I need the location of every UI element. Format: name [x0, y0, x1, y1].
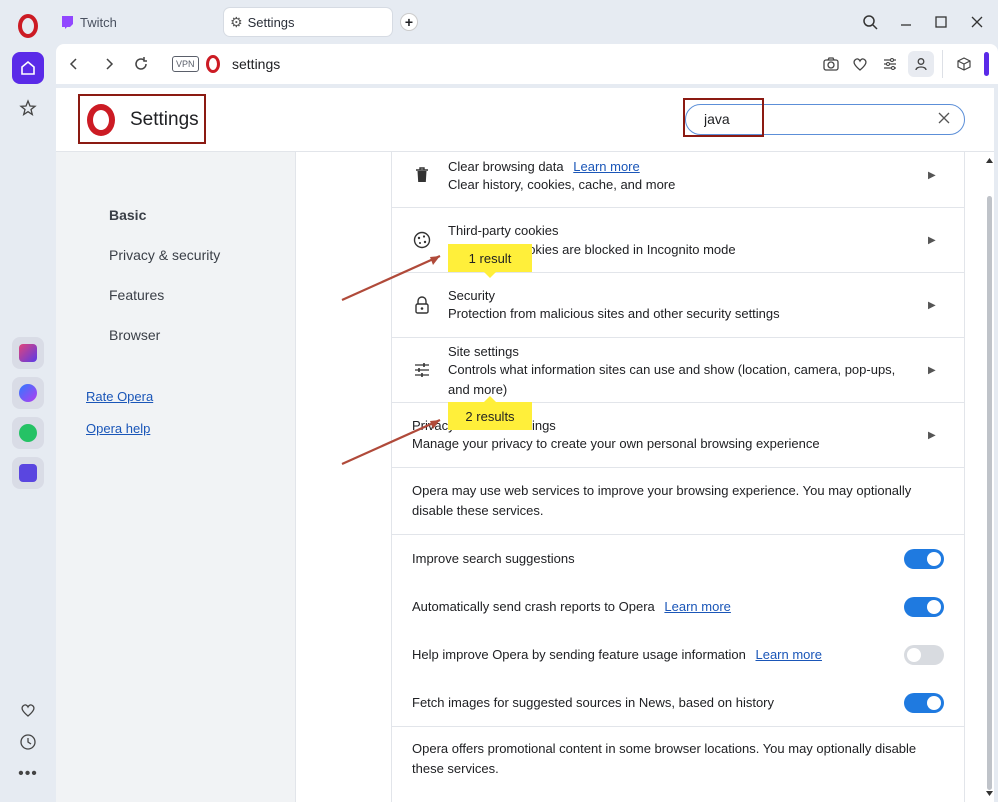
toggle-row: Improve search suggestions	[392, 535, 964, 583]
opera-menu-button[interactable]	[18, 14, 38, 38]
settings-header: Settings	[56, 88, 994, 152]
settings-sidebar: Basic Privacy & security Features Browse…	[56, 152, 296, 802]
opera-sidebar: •••	[0, 0, 52, 802]
twitch-icon	[62, 16, 73, 29]
forward-icon[interactable]	[99, 54, 119, 74]
row-subtitle: Controls what information sites can use …	[448, 362, 896, 397]
cookie-icon	[412, 230, 432, 250]
scrollbar[interactable]	[985, 152, 994, 802]
learn-more-link[interactable]: Learn more	[664, 599, 730, 614]
sidebar-item-privacy[interactable]: Privacy & security	[109, 247, 220, 263]
settings-page: Settings Basic Privacy & security Featur…	[56, 88, 994, 802]
sidebar-item-features[interactable]: Features	[109, 287, 164, 303]
clear-browsing-data-row[interactable]: Clear browsing data Learn more Clear his…	[392, 152, 964, 208]
row-title: Site settings	[448, 344, 519, 359]
url-text[interactable]: settings	[232, 56, 280, 72]
trash-icon	[412, 165, 432, 185]
toggle-row: Automatically send crash reports to Oper…	[392, 583, 964, 631]
profile-icon[interactable]	[908, 51, 934, 77]
row-subtitle: Protection from malicious sites and othe…	[448, 306, 780, 321]
minimize-button[interactable]	[896, 12, 916, 32]
learn-more-link[interactable]: Learn more	[755, 647, 821, 662]
reload-icon[interactable]	[131, 54, 151, 74]
music-player-icon[interactable]	[12, 457, 44, 489]
history-icon[interactable]	[12, 726, 44, 758]
opera-o-icon	[206, 55, 220, 73]
sidebar-item-basic[interactable]: Basic	[109, 207, 146, 223]
opera-logo	[87, 104, 115, 136]
tab-label: Twitch	[80, 14, 117, 30]
extensions-icon[interactable]	[954, 54, 974, 74]
heart-icon[interactable]	[850, 54, 870, 74]
toggle-label: Fetch images for suggested sources in Ne…	[412, 695, 775, 710]
row-title: Clear browsing data Learn more	[448, 159, 640, 174]
address-bar: VPN settings	[56, 44, 998, 84]
security-row[interactable]: Security Protection from malicious sites…	[392, 273, 964, 338]
toggle-row: Fetch images for suggested sources in Ne…	[392, 679, 964, 727]
divider	[942, 50, 943, 78]
whatsapp-icon[interactable]	[12, 417, 44, 449]
feature-usage-toggle[interactable]	[904, 645, 944, 665]
fetch-images-toggle[interactable]	[904, 693, 944, 713]
annotation-arrows	[341, 254, 441, 466]
chevron-right-icon: ▶	[928, 170, 936, 181]
row-subtitle: Manage your privacy to create your own p…	[412, 436, 820, 451]
close-window-button[interactable]	[967, 12, 987, 32]
settings-content: Clear browsing data Learn more Clear his…	[391, 152, 965, 802]
row-title: Third-party cookies	[448, 223, 559, 238]
heart-icon[interactable]	[12, 694, 44, 726]
more-icon[interactable]: •••	[12, 758, 44, 790]
chevron-right-icon: ▶	[928, 300, 936, 311]
result-badge: 2 results	[448, 396, 532, 430]
crash-reports-toggle[interactable]	[904, 597, 944, 617]
sidebar-toggle[interactable]	[984, 52, 989, 76]
chevron-right-icon: ▶	[928, 365, 936, 376]
gear-icon: ⚙	[230, 13, 243, 30]
toggle-label: Automatically send crash reports to Oper…	[412, 599, 731, 614]
messenger-icon[interactable]	[12, 377, 44, 409]
result-badge: 1 result	[448, 244, 532, 278]
learn-more-link[interactable]: Learn more	[573, 159, 639, 174]
opera-help-link[interactable]: Opera help	[86, 421, 150, 436]
row-subtitle: Clear history, cookies, cache, and more	[448, 177, 676, 192]
chevron-right-icon: ▶	[928, 430, 936, 441]
back-icon[interactable]	[64, 54, 84, 74]
sidebar-item-browser[interactable]: Browser	[109, 327, 160, 343]
search-tabs-icon[interactable]	[860, 12, 880, 32]
toggle-label: Help improve Opera by sending feature us…	[412, 647, 822, 662]
aria-icon[interactable]	[12, 337, 44, 369]
maximize-button[interactable]	[931, 12, 951, 32]
web-services-note: Opera may use web services to improve yo…	[392, 468, 964, 535]
easy-setup-icon[interactable]	[880, 54, 900, 74]
promo-note: Opera offers promotional content in some…	[412, 741, 917, 776]
toggle-row: Help improve Opera by sending feature us…	[392, 631, 964, 679]
camera-icon[interactable]	[821, 54, 841, 74]
annotation-box-search	[683, 98, 764, 137]
page-title: Settings	[130, 109, 199, 130]
tab-settings[interactable]: ⚙ Settings	[224, 8, 392, 36]
vpn-badge[interactable]: VPN	[172, 56, 199, 72]
site-settings-row[interactable]: Site settings Controls what information …	[392, 338, 964, 403]
tab-bar: Twitch ⚙ Settings +	[52, 0, 998, 44]
rate-opera-link[interactable]: Rate Opera	[86, 389, 153, 404]
clear-search-icon[interactable]	[938, 112, 952, 126]
tab-label: Settings	[247, 14, 295, 30]
chevron-right-icon: ▶	[928, 235, 936, 246]
improve-search-toggle[interactable]	[904, 549, 944, 569]
new-tab-button[interactable]: +	[400, 13, 418, 31]
star-icon[interactable]	[12, 92, 44, 124]
toggle-label: Improve search suggestions	[412, 551, 575, 566]
tab-twitch[interactable]: Twitch	[60, 8, 220, 36]
home-icon[interactable]	[12, 52, 44, 84]
